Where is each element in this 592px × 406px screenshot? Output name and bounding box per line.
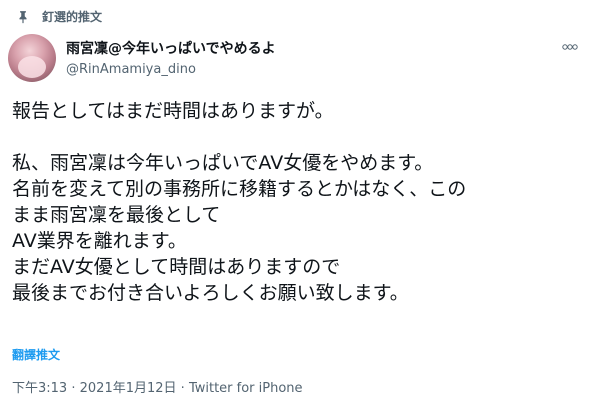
author-names: 雨宮凜@今年いっぱいでやめるよ @RinAmamiya_dino — [66, 38, 276, 77]
body-line: 名前を変えて別の事務所に移籍するとかはなく、この — [12, 178, 467, 200]
translate-tweet-link[interactable]: 翻譯推文 — [12, 346, 60, 363]
tweet-header: 雨宮凜@今年いっぱいでやめるよ @RinAmamiya_dino — [8, 34, 582, 82]
tweet-source[interactable]: Twitter for iPhone — [189, 381, 303, 396]
meta-separator: · — [180, 381, 185, 396]
display-name[interactable]: 雨宮凜@今年いっぱいでやめるよ — [66, 38, 276, 58]
body-line-gap — [12, 124, 580, 150]
meta-separator: · — [71, 381, 76, 396]
pinned-indicator: 釘選的推文 — [16, 8, 102, 25]
tweet-meta: 下午3:13 · 2021年1月12日 · Twitter for iPhone — [12, 377, 303, 396]
body-line: AV業界を離れます。 — [12, 230, 187, 252]
tweet: 釘選的推文 雨宮凜@今年いっぱいでやめるよ @RinAmamiya_dino 報… — [0, 0, 592, 406]
tweet-date[interactable]: 2021年1月12日 — [80, 381, 177, 396]
body-line: 私、雨宮凜は今年いっぱいでAV女優をやめます。 — [12, 152, 434, 174]
body-line: 報告としてはまだ時間はありますが。 — [12, 100, 334, 122]
body-line: 最後までお付き合いよろしくお願い致します。 — [12, 282, 409, 304]
body-line: まだAV女優として時間はありますので — [12, 256, 341, 278]
body-line: まま雨宮凜を最後として — [12, 204, 221, 226]
pin-icon — [16, 10, 30, 24]
tweet-time[interactable]: 下午3:13 — [12, 381, 67, 396]
handle[interactable]: @RinAmamiya_dino — [66, 62, 276, 77]
tweet-body: 報告としてはまだ時間はありますが。 私、雨宮凜は今年いっぱいでAV女優をやめます… — [12, 98, 580, 306]
pinned-label: 釘選的推文 — [42, 10, 103, 24]
more-options-icon[interactable] — [558, 38, 582, 54]
avatar[interactable] — [8, 34, 56, 82]
